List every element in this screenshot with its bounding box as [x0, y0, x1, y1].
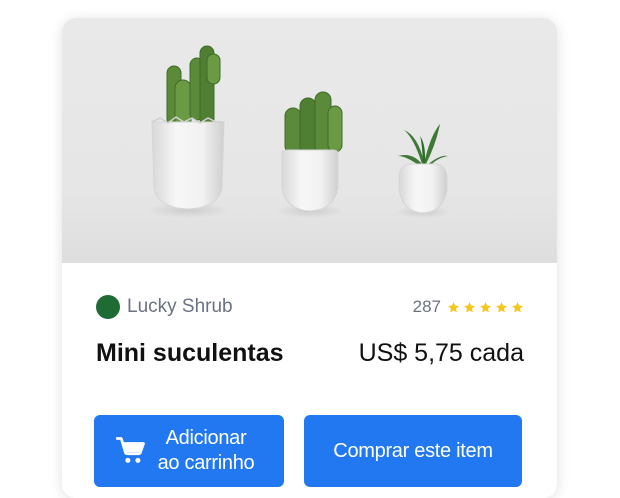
add-to-cart-label-line2: ao carrinho	[157, 452, 255, 474]
star-icon	[448, 301, 459, 312]
brand-row: Lucky Shrub 287	[96, 295, 524, 319]
star-icon	[496, 301, 507, 312]
title-row: Mini suculentas US$ 5,75 cada	[96, 339, 524, 373]
star-icon	[512, 301, 523, 312]
star-icon	[464, 301, 475, 312]
product-price: US$ 5,75 cada	[358, 339, 524, 367]
add-to-cart-button[interactable]: Adicionar ao carrinho	[94, 415, 284, 487]
brand-logo-dot	[96, 295, 120, 319]
star-rating	[447, 301, 524, 314]
product-title: Mini suculentas	[96, 339, 284, 367]
add-to-cart-label: Adicionar ao carrinho	[158, 426, 255, 476]
rating: 287	[413, 297, 524, 317]
brand-name: Lucky Shrub	[127, 296, 233, 317]
buy-item-button[interactable]: Comprar este item	[304, 415, 522, 487]
rating-count: 287	[412, 297, 441, 316]
buy-item-label: Comprar este item	[333, 439, 493, 462]
add-to-cart-label-line1: Adicionar	[165, 427, 247, 449]
shopping-cart-icon	[115, 437, 145, 463]
product-card: Lucky Shrub 287 Mini suculentas US$ 5,75…	[62, 18, 557, 498]
star-icon	[480, 301, 491, 312]
product-image	[62, 18, 557, 263]
